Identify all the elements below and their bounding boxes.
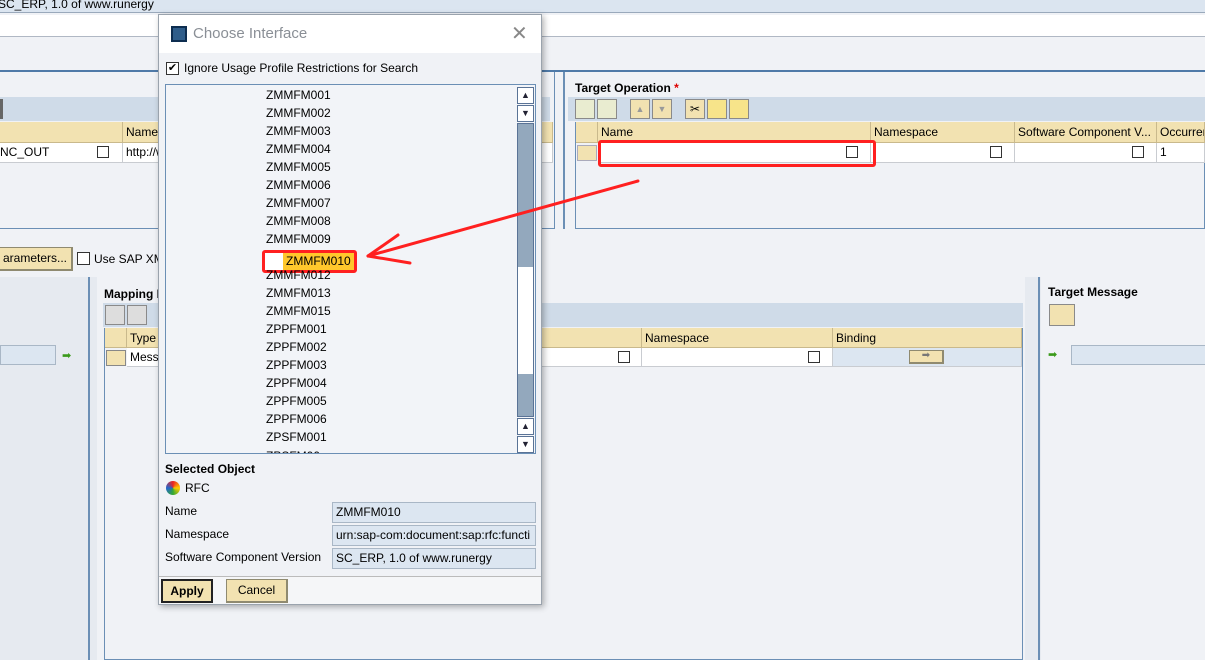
annotation-arrow xyxy=(366,179,640,265)
